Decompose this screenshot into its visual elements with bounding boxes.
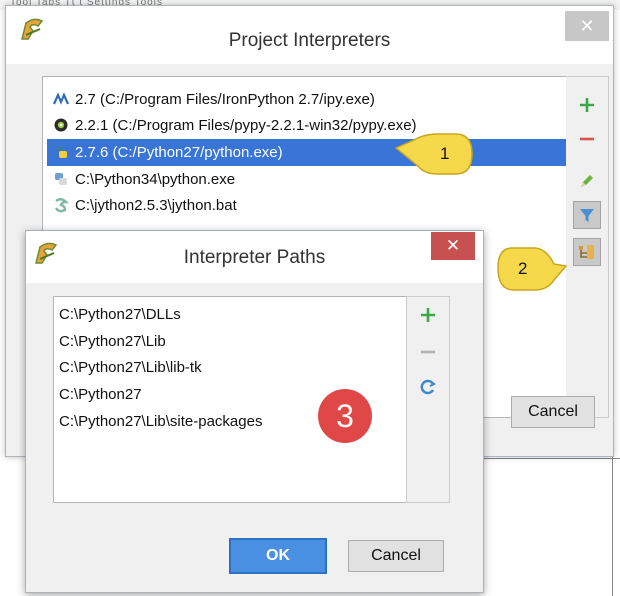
edit-interpreter-button[interactable] — [573, 167, 601, 195]
background-window-border — [612, 455, 613, 596]
step-badge: 3 — [318, 389, 372, 443]
close-button[interactable]: ✕ — [431, 232, 475, 260]
add-icon — [421, 308, 435, 322]
interpreter-label: C:\jython2.5.3\jython.bat — [75, 197, 237, 214]
ok-button[interactable]: OK — [229, 538, 327, 574]
edit-icon — [581, 175, 593, 187]
callout-number: 1 — [440, 144, 450, 163]
filter-button[interactable] — [573, 201, 601, 229]
add-path-button[interactable] — [414, 301, 442, 329]
add-icon — [580, 98, 594, 112]
show-paths-button[interactable] — [573, 238, 601, 266]
reload-paths-button[interactable] — [414, 373, 442, 401]
jython-icon — [54, 198, 69, 213]
dialog-titlebar: Project Interpreters ✕ — [6, 6, 613, 64]
callout-1: 1 — [394, 132, 474, 178]
interpreter-label: 2.7 (C:/Program Files/IronPython 2.7/ipy… — [75, 91, 375, 108]
remove-icon — [580, 137, 594, 141]
interpreter-toolbar — [566, 76, 609, 418]
callout-2: 2 — [496, 244, 568, 294]
path-item[interactable]: C:\Python27\Lib — [59, 333, 166, 350]
add-interpreter-button[interactable] — [573, 91, 601, 119]
interpreter-label: C:\Python34\python.exe — [75, 171, 236, 188]
interpreter-label: 2.7.6 (C:/Python27/python.exe) — [75, 144, 283, 161]
callout-arrow-shape — [497, 247, 568, 291]
callout-arrow-shape — [394, 133, 473, 175]
close-button[interactable]: ✕ — [565, 11, 609, 41]
interpreter-label: 2.2.1 (C:/Program Files/pypy-2.2.1-win32… — [75, 117, 417, 134]
callout-number: 2 — [518, 259, 528, 278]
filter-icon — [580, 209, 594, 222]
remove-interpreter-button[interactable] — [573, 125, 601, 153]
interpreter-paths-list[interactable]: C:\Python27\DLLs C:\Python27\Lib C:\Pyth… — [53, 296, 407, 503]
path-item[interactable]: C:\Python27\Lib\site-packages — [59, 413, 262, 430]
pypy-icon — [54, 118, 68, 132]
show-paths-icon — [579, 245, 594, 259]
interpreter-item[interactable]: 2.2.1 (C:/Program Files/pypy-2.2.1-win32… — [47, 112, 567, 139]
dialog-titlebar: Interpreter Paths ✕ — [26, 231, 483, 283]
reload-icon — [420, 379, 436, 395]
path-item[interactable]: C:\Python27 — [59, 386, 142, 403]
cancel-button[interactable]: Cancel — [511, 396, 595, 428]
ironpython-icon — [53, 92, 69, 105]
path-item[interactable]: C:\Python27\Lib\lib-tk — [59, 359, 202, 376]
dialog-title: Project Interpreters — [228, 30, 391, 51]
interpreter-paths-dialog: Interpreter Paths ✕ C:\Python27\DLLs C:\… — [25, 230, 484, 593]
cancel-button[interactable]: Cancel — [348, 540, 444, 572]
python-icon — [55, 173, 67, 186]
paths-toolbar — [406, 296, 450, 503]
remove-path-button[interactable] — [414, 338, 442, 366]
path-item[interactable]: C:\Python27\DLLs — [59, 306, 181, 323]
background-window-divider — [482, 458, 620, 459]
interpreter-item[interactable]: C:\Python34\python.exe — [47, 166, 567, 193]
interpreter-item[interactable]: C:\jython2.5.3\jython.bat — [47, 192, 567, 219]
python-icon — [55, 146, 67, 159]
dialog-title: Interpreter Paths — [183, 247, 326, 268]
remove-icon — [421, 350, 435, 354]
interpreter-item-selected[interactable]: 2.7.6 (C:/Python27/python.exe) — [47, 139, 567, 166]
interpreter-item[interactable]: 2.7 (C:/Program Files/IronPython 2.7/ipy… — [47, 86, 567, 113]
